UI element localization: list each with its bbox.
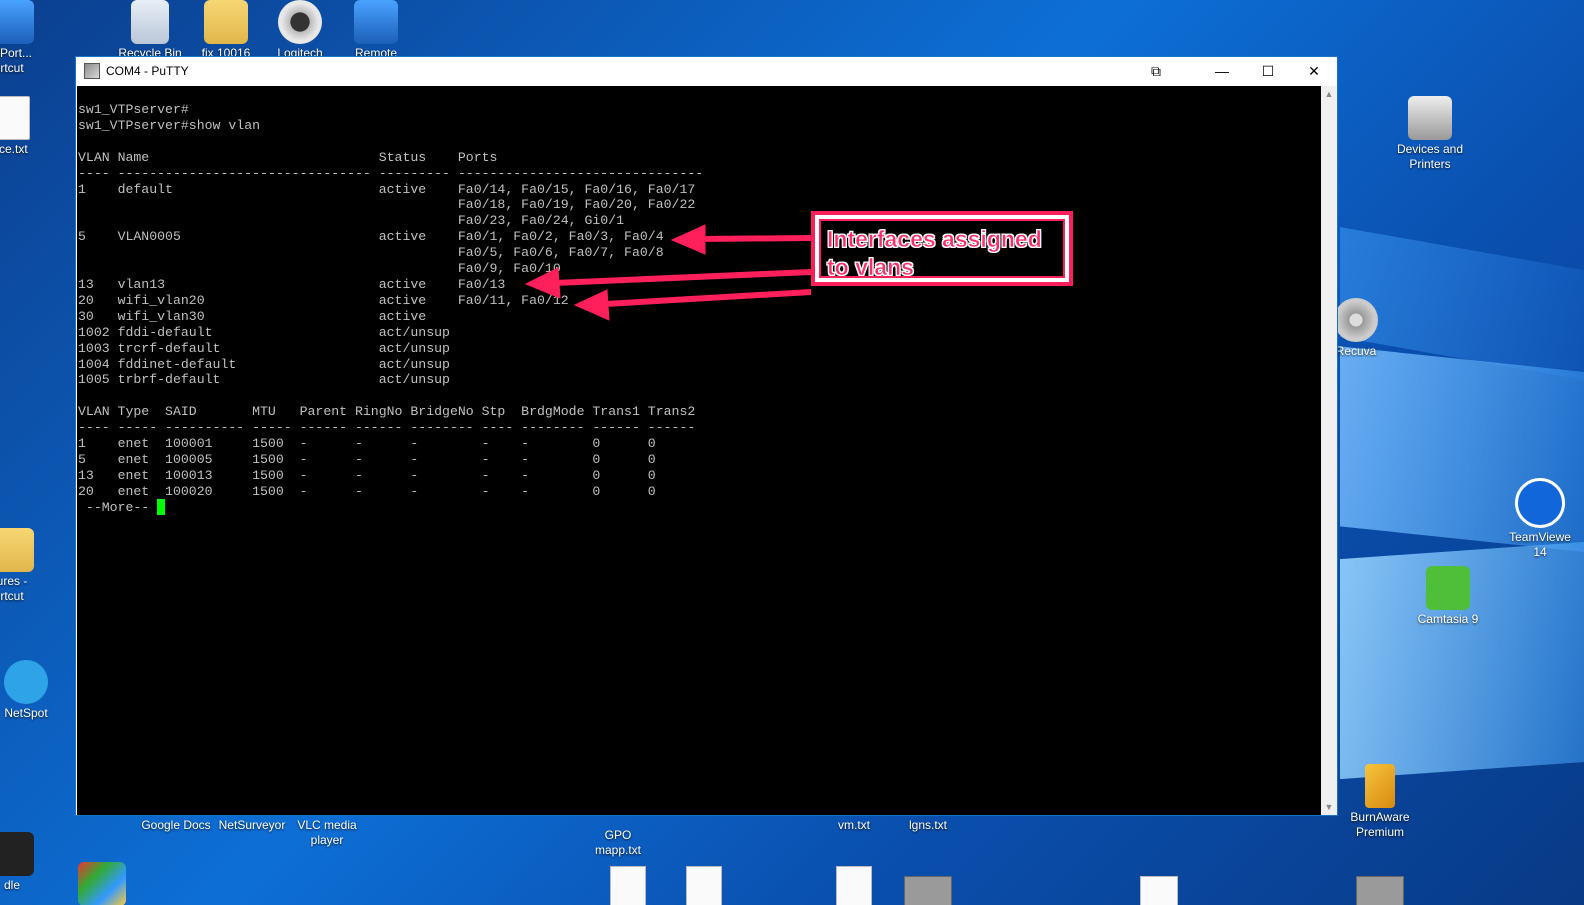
recuva-icon xyxy=(1334,298,1378,342)
printer-icon xyxy=(1408,96,1452,140)
vertical-scrollbar[interactable]: ▲ ▼ xyxy=(1321,86,1337,815)
minimize-button[interactable]: — xyxy=(1199,57,1245,86)
kindle-icon xyxy=(0,832,34,876)
desktop-icon-remote[interactable]: Remote xyxy=(336,0,416,61)
desktop-icon-google-docs[interactable]: Google Docs xyxy=(136,818,216,833)
desktop-icon-label: Recuva xyxy=(1335,344,1377,358)
desktop-icon-label: NetSurveyor xyxy=(218,818,286,832)
terminal-line: 1004 fddinet-default act/unsup xyxy=(78,356,450,372)
terminal-line: 5 enet 100005 1500 - - - - - 0 0 xyxy=(78,451,656,467)
terminal-line: 30 wifi_vlan30 active xyxy=(78,308,427,324)
terminal-line: Fa0/23, Fa0/24, Gi0/1 xyxy=(457,213,625,229)
desktop-icon-label: BurnAware Premium xyxy=(1350,810,1410,839)
camtasia-icon xyxy=(1426,566,1470,610)
desktop-icon-label: ice.txt xyxy=(0,142,28,156)
desktop-icon-label: Google Docs xyxy=(141,818,211,832)
text-file-icon xyxy=(610,866,646,905)
netspot-icon xyxy=(4,660,48,704)
terminal-line: sw1_VTPserver#show vlan xyxy=(78,117,261,133)
image-file-icon xyxy=(904,876,952,905)
desktop-icon-kindle[interactable]: dle xyxy=(0,832,52,893)
desktop-icon-label: VLC media player xyxy=(297,818,357,847)
annotation-callout-inner: Interfaces assigned to vlans xyxy=(819,219,1065,281)
terminal-line: 13 vlan13 active Fa0/13 xyxy=(78,276,506,292)
recycle-bin-icon xyxy=(131,0,169,44)
desktop-icon-fix-10016[interactable]: fix 10016 xyxy=(186,0,266,61)
terminal-line: ---- -------------------------------- --… xyxy=(78,165,704,181)
text-file-icon xyxy=(836,866,872,905)
terminal-line: 1005 trbrf-default act/unsup xyxy=(78,372,450,388)
desktop-icon-pictures-shortcut[interactable]: ures - rtcut xyxy=(0,528,52,604)
desktop-icon-pport-shortcut[interactable]: PPort... rtcut xyxy=(0,0,52,76)
desktop-icon-label: PPort... rtcut xyxy=(0,46,32,75)
desktop-icon-label: NetSpot xyxy=(4,706,48,720)
scroll-down-icon[interactable]: ▼ xyxy=(1321,799,1337,815)
terminal-line: 13 enet 100013 1500 - - - - - 0 0 xyxy=(78,467,656,483)
terminal-screen[interactable]: sw1_VTPserver# sw1_VTPserver#show vlan V… xyxy=(77,86,1322,815)
terminal-line: Fa0/18, Fa0/19, Fa0/20, Fa0/22 xyxy=(457,197,696,213)
desktop-icon-netspot[interactable]: NetSpot xyxy=(0,660,66,721)
close-button[interactable]: ✕ xyxy=(1291,57,1337,86)
pictures-shortcut-icon xyxy=(0,528,34,572)
putty-window[interactable]: COM4 - PuTTY ⧉ — ☐ ✕ sw1_VTPserver# sw1_… xyxy=(75,56,1338,816)
restore-icon[interactable]: ⧉ xyxy=(1133,57,1179,86)
remote-desktop-icon xyxy=(354,0,398,44)
desktop-icon-burnaware[interactable]: BurnAware Premium xyxy=(1340,764,1420,840)
folder-icon xyxy=(204,0,248,44)
terminal-cursor xyxy=(157,499,165,515)
putty-icon[interactable] xyxy=(84,63,100,79)
annotation-callout: Interfaces assigned to vlans xyxy=(811,211,1073,286)
scroll-up-icon[interactable]: ▲ xyxy=(1321,86,1337,102)
desktop-icon-netsurveyor[interactable]: NetSurveyor xyxy=(212,818,292,833)
terminal-line: 1 default active Fa0/14, Fa0/15, Fa0/16,… xyxy=(78,181,696,197)
desktop-icon-devices-printers[interactable]: Devices and Printers xyxy=(1390,96,1470,172)
terminal-line: --More-- xyxy=(85,499,150,515)
desktop-icon-label: dle xyxy=(3,878,20,892)
desktop-icon-label: GPO mapp.txt xyxy=(594,828,642,857)
desktop-icon-teamviewer[interactable]: TeamViewe 14 xyxy=(1500,478,1580,560)
terminal-line: 20 enet 100020 1500 - - - - - 0 0 xyxy=(78,483,656,499)
desktop-icon-lgns-txt[interactable]: lgns.txt xyxy=(888,818,968,833)
desktop-icon-label: vm.txt xyxy=(838,818,870,832)
window-title: COM4 - PuTTY xyxy=(106,64,189,78)
terminal-line: 1002 fddi-default act/unsup xyxy=(78,324,450,340)
terminal-line: ---- ----- ---------- ----- ------ -----… xyxy=(78,420,696,436)
desktop-icon-label: ures - rtcut xyxy=(0,574,28,603)
desktop-icon-camtasia[interactable]: Camtasia 9 xyxy=(1408,566,1488,627)
terminal-line: sw1_VTPserver# xyxy=(78,102,189,117)
terminal-line: 1 enet 100001 1500 - - - - - 0 0 xyxy=(78,436,656,452)
shortcut-icon xyxy=(0,0,34,44)
terminal-line: VLAN Name Status Ports xyxy=(78,149,498,165)
terminal-line: Fa0/5, Fa0/6, Fa0/7, Fa0/8 xyxy=(457,245,664,261)
maximize-button[interactable]: ☐ xyxy=(1245,57,1291,86)
terminal-line: 5 VLAN0005 active Fa0/1, Fa0/2, Fa0/3, F… xyxy=(78,229,664,245)
image-file-icon xyxy=(1356,876,1404,905)
webcam-icon xyxy=(278,0,322,44)
teamviewer-icon xyxy=(1515,478,1565,528)
window-titlebar[interactable]: COM4 - PuTTY ⧉ — ☐ ✕ xyxy=(76,57,1337,86)
desktop-icon-vm-txt[interactable]: vm.txt xyxy=(814,818,894,833)
desktop-icon-gpo-mapp[interactable]: GPO mapp.txt xyxy=(578,828,658,858)
desktop-icon-recycle-bin[interactable]: Recycle Bin xyxy=(110,0,190,61)
annotation-text: Interfaces assigned to vlans xyxy=(827,226,1042,281)
desktop-icon-label: TeamViewe 14 xyxy=(1509,530,1571,559)
text-file-icon xyxy=(1140,876,1178,905)
terminal-line: 1003 trcrf-default act/unsup xyxy=(78,340,450,356)
app-shortcut-icon xyxy=(78,862,126,905)
terminal-line: VLAN Type SAID MTU Parent RingNo BridgeN… xyxy=(78,404,696,420)
terminal-line: 20 wifi_vlan20 active Fa0/11, Fa0/12 xyxy=(78,292,569,308)
desktop-icon-label: Devices and Printers xyxy=(1396,142,1464,171)
desktop-icon-label: lgns.txt xyxy=(908,818,947,832)
burnaware-icon xyxy=(1365,764,1395,808)
desktop-icon-logitech[interactable]: Logitech xyxy=(260,0,340,61)
desktop-icon-ice-txt[interactable]: ice.txt xyxy=(0,96,52,157)
desktop-icon-label: Camtasia 9 xyxy=(1417,612,1479,626)
terminal-output: sw1_VTPserver# sw1_VTPserver#show vlan V… xyxy=(78,102,703,516)
text-file-icon xyxy=(0,96,30,140)
text-file-icon xyxy=(686,866,722,905)
terminal-line: Fa0/9, Fa0/10 xyxy=(457,261,561,277)
desktop-icon-vlc[interactable]: VLC media player xyxy=(287,818,367,848)
